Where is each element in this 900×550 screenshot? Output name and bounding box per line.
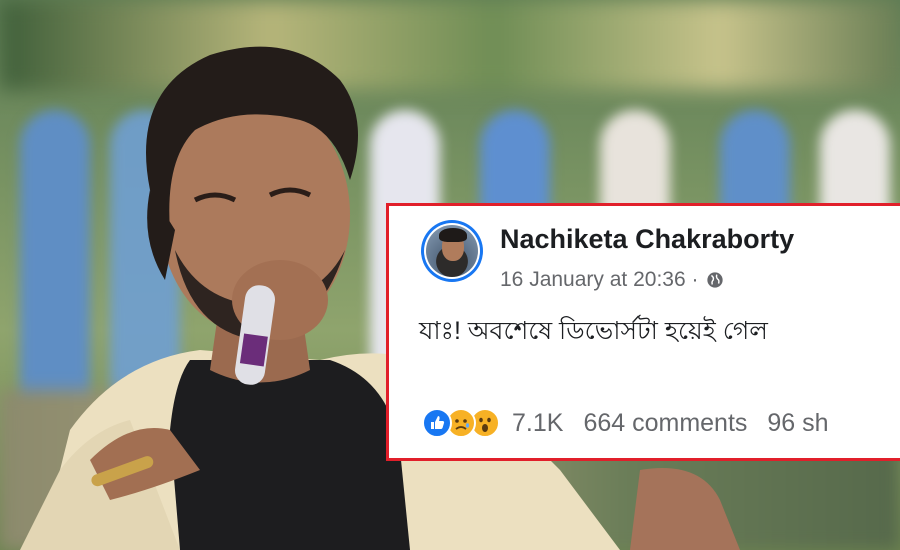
post-text: যাঃ! অবশেষে ডিভোর্সটা হয়েই গেল xyxy=(419,317,768,345)
post-meta: 16 January at 20:36 · xyxy=(500,268,724,292)
comments-count[interactable]: 664 comments xyxy=(583,409,747,438)
profile-photo xyxy=(426,225,478,277)
like-icon xyxy=(422,408,452,438)
globe-icon[interactable] xyxy=(706,271,724,289)
reaction-icons[interactable] xyxy=(422,408,500,438)
avatar[interactable] xyxy=(421,220,483,282)
reaction-count[interactable]: 7.1K xyxy=(512,409,563,438)
facebook-post-card: Nachiketa Chakraborty 16 January at 20:3… xyxy=(386,203,900,461)
photo-scene: Nachiketa Chakraborty 16 January at 20:3… xyxy=(0,0,900,550)
author-name[interactable]: Nachiketa Chakraborty xyxy=(500,224,794,255)
post-timestamp[interactable]: 16 January at 20:36 · xyxy=(500,268,698,292)
reactions-row: 7.1K 664 comments 96 sh xyxy=(422,408,829,438)
shares-count[interactable]: 96 sh xyxy=(767,409,828,438)
